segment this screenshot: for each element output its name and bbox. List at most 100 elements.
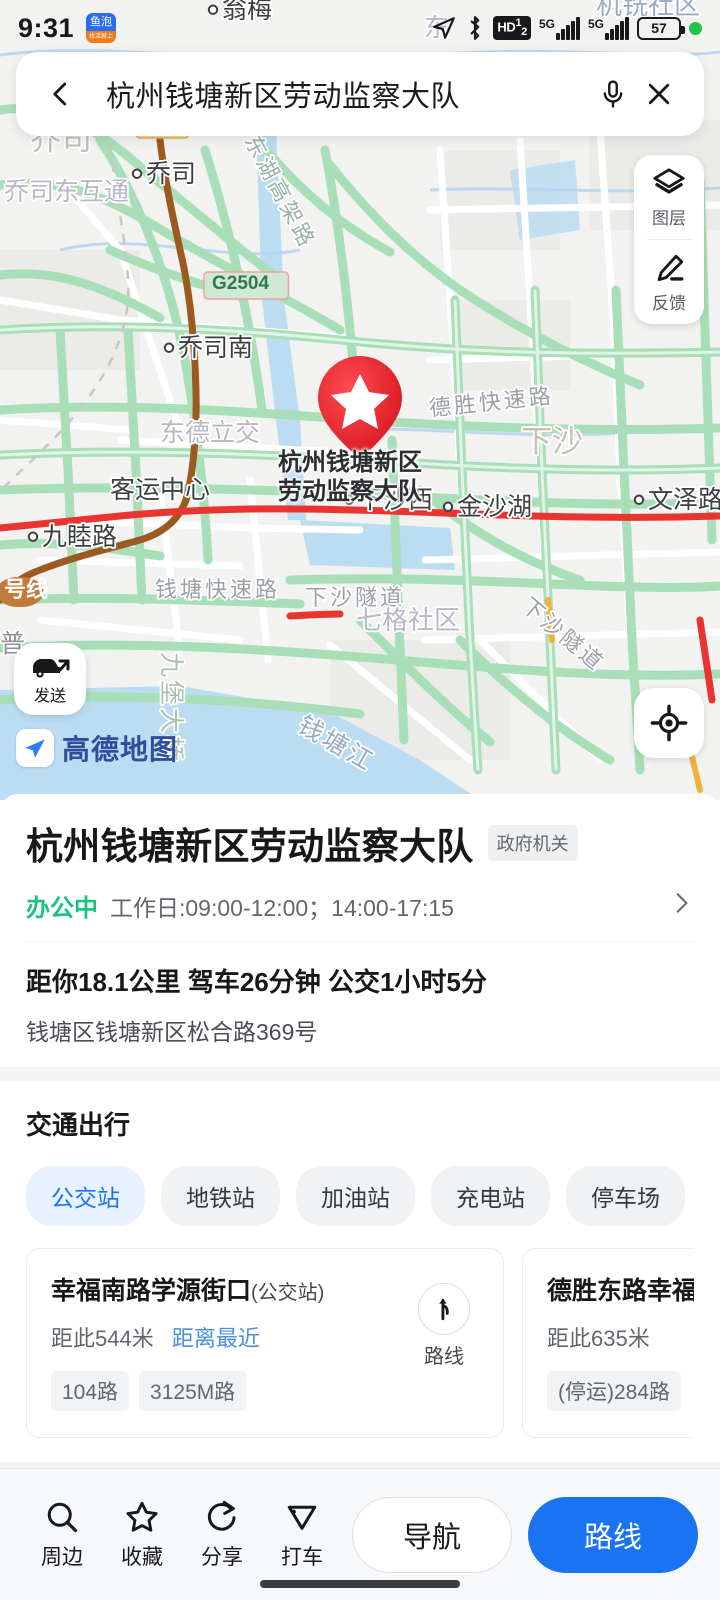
status-time: 9:31 <box>18 12 75 43</box>
route-button-label: 路线 <box>424 1346 464 1368</box>
layers-label: 图层 <box>652 209 686 228</box>
hd-label: HD <box>497 19 516 35</box>
home-indicator <box>260 1580 460 1588</box>
svg-text:钱塘快速路: 钱塘快速路 <box>155 577 280 602</box>
send-to-car-button[interactable]: 发送 <box>14 643 86 715</box>
svg-text:下沙隧道: 下沙隧道 <box>517 593 610 676</box>
map-label: 东德立交 <box>158 417 262 449</box>
chip-metro-station[interactable]: 地铁站 <box>161 1166 280 1226</box>
favorite-label: 收藏 <box>121 1545 163 1569</box>
badge-bottom-text: 找活就上 <box>86 31 117 43</box>
microphone-icon[interactable] <box>590 71 636 117</box>
map-label: 文泽路 <box>633 484 720 516</box>
battery-icon: 57 <box>637 16 685 40</box>
signal-group-1: 5G <box>538 16 580 40</box>
search-input[interactable]: 杭州钱塘新区劳动监察大队 <box>106 73 590 115</box>
layers-icon <box>653 168 685 194</box>
poi-summary-card: 杭州钱塘新区劳动监察大队 政府机关 办公中 工作日:09:00-12:00；14… <box>0 794 720 1067</box>
transit-card-distance: 距此635米 <box>547 1326 650 1351</box>
transit-card-lines: (停运)284路 <box>547 1371 694 1411</box>
status-icons: HD12 5G 5G 57 <box>431 15 702 41</box>
hd-sub: 2 <box>521 26 527 39</box>
route-button[interactable]: 路线 <box>528 1496 698 1573</box>
transit-card-nearest-tag: 距离最近 <box>171 1326 260 1351</box>
bus-line-pill[interactable]: (停运)284路 <box>547 1371 682 1411</box>
taxi-label: 打车 <box>281 1545 323 1569</box>
map-label: 钱塘江 <box>291 709 381 779</box>
share-label: 分享 <box>201 1545 243 1569</box>
battery-level: 57 <box>651 20 667 36</box>
taxi-button[interactable]: 打车 <box>262 1499 342 1571</box>
chip-bus-station[interactable]: 公交站 <box>26 1166 145 1226</box>
svg-text:客运中心: 客运中心 <box>110 476 210 504</box>
transit-card[interactable]: 幸福南路学源街口(公交站) 距此544米 距离最近 104路 3125M路 路线 <box>26 1248 504 1438</box>
svg-text:德胜快速路: 德胜快速路 <box>428 383 555 421</box>
svg-text:七格社区: 七格社区 <box>356 605 460 635</box>
locate-icon <box>650 704 688 742</box>
svg-text:文泽路: 文泽路 <box>648 486 720 514</box>
network-type-2: 5G <box>587 16 604 31</box>
transit-card-name: 德胜东路幸福南路 <box>547 1277 694 1305</box>
app-notification-badge-icon: 鱼泡 找活就上 <box>86 13 117 43</box>
transit-section: 交通出行 公交站 地铁站 加油站 充电站 停车场 幸福南路学源街口(公交站) 距… <box>0 1081 720 1462</box>
poi-hours-row[interactable]: 办公中 工作日:09:00-12:00；14:00-17:15 <box>26 888 694 942</box>
poi-address: 钱塘区钱塘新区松合路369号 <box>26 1019 318 1045</box>
chip-parking-lot[interactable]: 停车场 <box>566 1166 685 1226</box>
map-label: 东湖高架路 <box>238 129 322 255</box>
svg-text:九睦路: 九睦路 <box>42 523 117 551</box>
taxi-icon <box>287 1505 317 1530</box>
share-icon <box>207 1500 236 1531</box>
navigate-button[interactable]: 导航 <box>352 1496 512 1573</box>
network-type-1: 5G <box>538 16 555 31</box>
feedback-button[interactable]: 反馈 <box>634 240 704 324</box>
transit-filter-chips: 公交站 地铁站 加油站 充电站 停车场 <box>26 1166 694 1226</box>
badge-top-text: 鱼泡 <box>86 13 117 31</box>
svg-text:乔司南: 乔司南 <box>178 334 253 362</box>
transit-card[interactable]: 德胜东路幸福南路 距此635米 (停运)284路 <box>522 1248 694 1438</box>
svg-text:号线: 号线 <box>4 577 48 602</box>
map-label: 德胜快速路 <box>426 381 556 422</box>
nearby-button[interactable]: 周边 <box>22 1499 102 1571</box>
transit-card-distance-row: 距此635米 <box>547 1321 694 1353</box>
car-send-icon <box>33 658 70 678</box>
map-label: 九睦路 <box>27 521 119 553</box>
favorite-button[interactable]: 收藏 <box>102 1499 182 1571</box>
poi-distance-line: 距你18.1公里 驾车26分钟 公交1小时5分 <box>26 967 487 997</box>
map-label: G2504 <box>203 271 290 300</box>
clear-search-icon[interactable] <box>636 71 682 117</box>
chevron-right-icon[interactable] <box>668 890 694 921</box>
feedback-label: 反馈 <box>652 294 686 313</box>
map-label: 号线 <box>0 577 48 607</box>
brand-name: 高德地图 <box>62 734 179 765</box>
layers-button[interactable]: 图层 <box>634 155 704 239</box>
search-bar[interactable]: 杭州钱塘新区劳动监察大队 <box>16 52 704 136</box>
chip-gas-station[interactable]: 加油站 <box>296 1166 415 1226</box>
bus-line-pill[interactable]: 3125M路 <box>139 1371 247 1411</box>
chip-charging-station[interactable]: 充电站 <box>431 1166 550 1226</box>
transit-card-carousel[interactable]: 幸福南路学源街口(公交站) 距此544米 距离最近 104路 3125M路 路线… <box>26 1248 694 1462</box>
transit-section-title: 交通出行 <box>26 1110 131 1140</box>
bus-line-pill[interactable]: 104路 <box>51 1371 130 1411</box>
map-label: 下沙隧道 <box>515 591 611 678</box>
locate-me-button[interactable] <box>634 688 704 758</box>
svg-text:钱塘江: 钱塘江 <box>293 711 380 777</box>
share-button[interactable]: 分享 <box>182 1499 262 1571</box>
hd-voice-icon: HD12 <box>493 16 531 40</box>
nearby-label: 周边 <box>41 1545 83 1569</box>
transit-card-distance: 距此544米 <box>51 1326 154 1351</box>
map-label: 七格社区 <box>354 603 462 637</box>
map-app-screen: 机铣社区翁梅乔司乔司乔司东互通东湖高架路G2504S01乔司南东德立交客运中心九… <box>0 0 720 1600</box>
svg-text:乔司: 乔司 <box>146 160 196 188</box>
transit-route-button[interactable]: 路线 <box>411 1283 477 1369</box>
signal-icon-2 <box>605 16 629 40</box>
status-badge: 办公中 <box>26 895 98 922</box>
section-gap-1 <box>0 1067 720 1081</box>
poi-title-row: 杭州钱塘新区劳动监察大队 政府机关 <box>26 816 694 870</box>
map-label: 钱塘快速路 <box>153 575 280 604</box>
map-control-stack: 图层 反馈 <box>634 155 704 324</box>
pin-label-line2: 劳动监察大队 <box>278 478 422 506</box>
svg-text:东湖高架路: 东湖高架路 <box>240 131 321 253</box>
back-chevron-icon[interactable] <box>38 71 84 117</box>
map-label: 下沙 <box>519 422 585 461</box>
poi-hours-text: 工作日:09:00-12:00；14:00-17:15 <box>110 894 454 921</box>
